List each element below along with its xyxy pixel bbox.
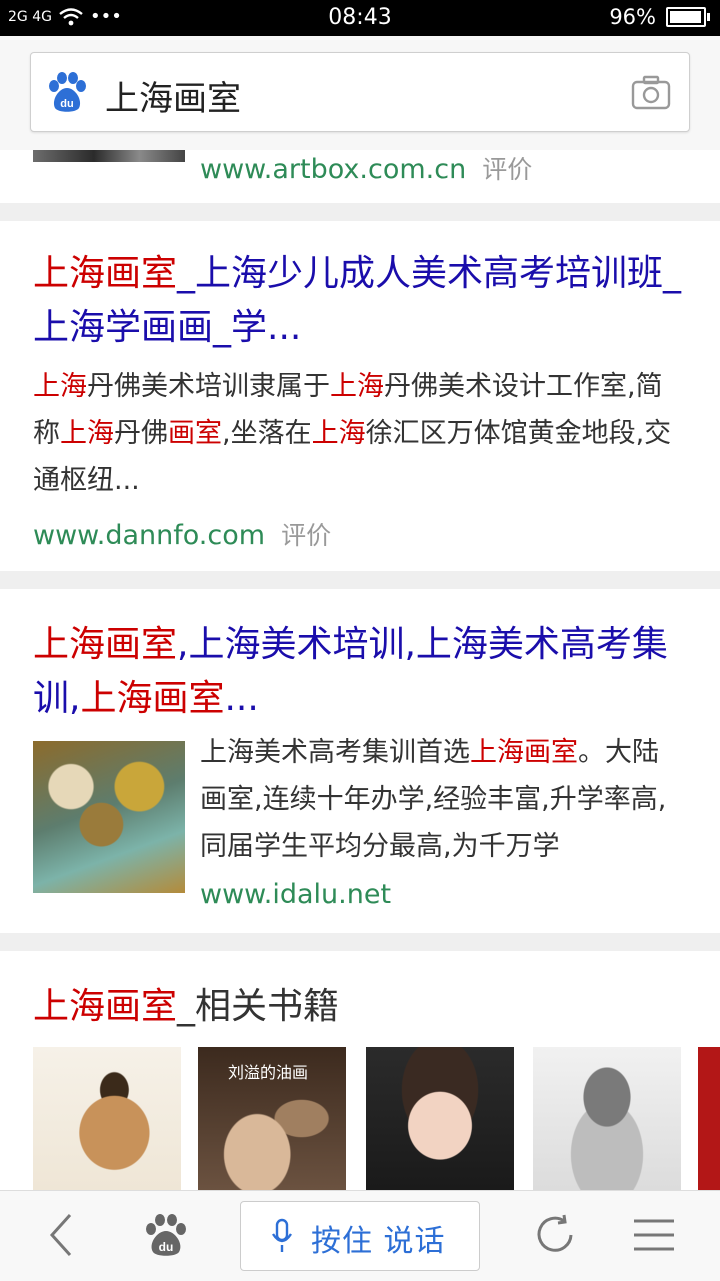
result-2-desc-keyword: 上海 bbox=[330, 371, 384, 402]
battery-fill bbox=[670, 11, 701, 23]
camera-icon[interactable] bbox=[631, 74, 671, 110]
result-3-desc-text: 上海美术高考集训首选 bbox=[200, 737, 470, 768]
refresh-icon[interactable] bbox=[531, 1211, 579, 1259]
book-cover[interactable]: 刘溢的油画 bbox=[198, 1047, 346, 1190]
result-2-desc-text: 丹佛美术培训隶属于 bbox=[87, 371, 330, 402]
svg-text:du: du bbox=[159, 1240, 174, 1254]
result-2-url-row: www.dannfo.com 评价 bbox=[33, 516, 331, 552]
result-3-url-row: www.idalu.net bbox=[200, 879, 391, 910]
svg-text:du: du bbox=[60, 98, 73, 110]
result-3-title-text: ... bbox=[224, 678, 259, 719]
status-right: 96% bbox=[609, 5, 710, 29]
book-cover[interactable] bbox=[533, 1047, 681, 1190]
result-2-title[interactable]: 上海画室_上海少儿成人美术高考培训班_上海学画画_学... bbox=[33, 247, 683, 355]
books-title[interactable]: 上海画室_相关书籍 bbox=[33, 980, 683, 1034]
result-3-title-keyword: 上海画室 bbox=[80, 678, 225, 719]
baidu-home-icon[interactable]: du bbox=[142, 1211, 190, 1259]
voice-input-button[interactable]: 按住 说话 bbox=[240, 1201, 480, 1271]
bottom-nav: du 按住 说话 bbox=[0, 1190, 720, 1281]
voice-input-label: 按住 说话 bbox=[311, 1224, 446, 1259]
books-title-rest: _相关书籍 bbox=[177, 986, 340, 1027]
search-header: du 上海画室 bbox=[0, 36, 720, 150]
search-box[interactable]: du 上海画室 bbox=[30, 52, 690, 132]
result-1-rate-link[interactable]: 评价 bbox=[482, 155, 532, 184]
books-title-keyword: 上海画室 bbox=[33, 986, 178, 1027]
result-2-url[interactable]: www.dannfo.com bbox=[33, 520, 265, 551]
book-cover-title: 刘溢的油画 bbox=[228, 1063, 309, 1082]
result-3-title-keyword: 上海画室 bbox=[33, 624, 178, 665]
result-1-url[interactable]: www.artbox.com.cn bbox=[200, 154, 466, 185]
back-icon[interactable] bbox=[38, 1211, 86, 1259]
result-2-desc-text: 丹佛 bbox=[114, 418, 168, 449]
search-query[interactable]: 上海画室 bbox=[105, 71, 241, 120]
result-2-desc-keyword: 画室 bbox=[168, 418, 222, 449]
result-2-desc-keyword: 上海 bbox=[311, 418, 366, 449]
result-3-thumbnail[interactable] bbox=[33, 741, 185, 893]
result-card-2[interactable]: 上海画室_上海少儿成人美术高考培训班_上海学画画_学... 上海丹佛美术培训隶属… bbox=[0, 221, 720, 571]
status-bar: 2G 4G ••• 08:43 96% bbox=[0, 0, 720, 36]
microphone-icon bbox=[271, 1218, 293, 1252]
battery-percent: 96% bbox=[609, 5, 656, 29]
book-cover[interactable] bbox=[33, 1047, 181, 1190]
result-3-desc-keyword: 上海画室 bbox=[470, 737, 578, 768]
book-cover[interactable] bbox=[366, 1047, 514, 1190]
result-3-url[interactable]: www.idalu.net bbox=[200, 879, 391, 910]
result-2-desc-text: ,坐落在 bbox=[222, 418, 312, 449]
result-3-title[interactable]: 上海画室,上海美术培训,上海美术高考集训,上海画室... bbox=[33, 618, 683, 726]
battery-icon bbox=[666, 7, 710, 27]
result-2-description: 上海丹佛美术培训隶属于上海丹佛美术设计工作室,简称上海丹佛画室,坐落在上海徐汇区… bbox=[33, 363, 678, 504]
menu-icon[interactable] bbox=[630, 1211, 678, 1259]
result-2-desc-keyword: 上海 bbox=[33, 371, 87, 402]
result-2-rate-link[interactable]: 评价 bbox=[281, 521, 331, 550]
result-2-title-keyword: 上海画室 bbox=[33, 253, 178, 294]
result-2-desc-keyword: 上海 bbox=[60, 418, 114, 449]
result-3-description: 上海美术高考集训首选上海画室。大陆画室,连续十年办学,经验丰富,升学率高,同届学… bbox=[200, 729, 670, 870]
result-card-3[interactable]: 上海画室,上海美术培训,上海美术高考集训,上海画室... 上海美术高考集训首选上… bbox=[0, 589, 720, 933]
result-card-1[interactable]: www.artbox.com.cn 评价 bbox=[0, 150, 720, 203]
result-1-url-row: www.artbox.com.cn 评价 bbox=[33, 150, 532, 186]
baidu-paw-icon[interactable]: du bbox=[45, 70, 89, 114]
book-cover[interactable] bbox=[698, 1047, 720, 1190]
